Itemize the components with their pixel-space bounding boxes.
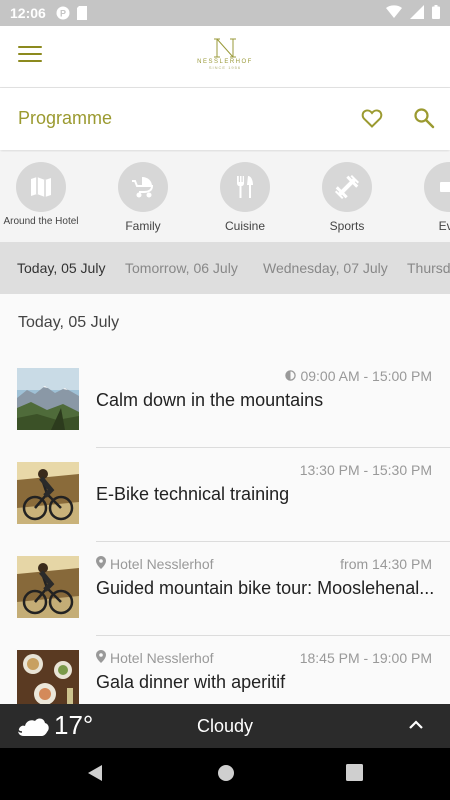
item-location: Hotel Nesslerhof [96, 556, 214, 572]
recents-icon[interactable] [346, 764, 363, 786]
category-label: Family [125, 219, 161, 233]
dumbbell-icon [334, 174, 360, 200]
category-bar: Around the Hotel Family Cuisine Sports E… [0, 152, 450, 242]
item-time-text: 09:00 AM - 15:00 PM [300, 368, 432, 384]
app-bar: NESSLERHOF SINCE 1956 [0, 26, 450, 88]
item-location: Hotel Nesslerhof [96, 650, 214, 666]
thumbnail-bike [17, 556, 79, 618]
item-name: E-Bike technical training [96, 484, 290, 504]
category-cuisine[interactable]: Cuisine [200, 162, 290, 233]
category-events[interactable]: Eve [404, 162, 450, 233]
location-pin-icon [96, 650, 106, 666]
tab-wednesday[interactable]: Wednesday, 07 July [263, 260, 388, 276]
item-name: Gala dinner with aperitif [96, 672, 286, 692]
event-icon [440, 182, 450, 192]
category-circle [322, 162, 372, 212]
tab-thursday[interactable]: Thursd [407, 260, 450, 276]
category-label: Cuisine [224, 219, 266, 233]
title-bar: Programme [0, 88, 450, 150]
logo-sub: SINCE 1956 [208, 65, 242, 70]
category-sports[interactable]: Sports [302, 162, 392, 233]
programme-list: Today, 05 July 09:00 AM - 15:00 PM Calm … [0, 294, 450, 704]
thumbnail-bike [17, 462, 79, 524]
tab-today[interactable]: Today, 05 July [17, 260, 105, 276]
half-day-icon [285, 368, 297, 384]
item-location-text: Hotel Nesslerhof [110, 650, 214, 666]
day-heading: Today, 05 July [18, 314, 120, 331]
weather-bar[interactable]: 17° Cloudy [0, 704, 450, 748]
menu-button[interactable] [18, 46, 42, 66]
category-circle [16, 162, 66, 212]
logo-mark-icon [214, 38, 236, 58]
map-icon [31, 177, 51, 197]
favorites-button[interactable] [360, 106, 384, 130]
chevron-up-icon[interactable] [408, 718, 424, 736]
hotel-logo: NESSLERHOF SINCE 1956 [190, 38, 260, 78]
category-around-the-hotel[interactable]: Around the Hotel [0, 162, 86, 227]
signal-icon [410, 4, 424, 22]
search-button[interactable] [412, 106, 436, 130]
hamburger-icon [18, 46, 42, 48]
category-circle [220, 162, 270, 212]
system-nav-bar [0, 748, 450, 800]
date-tabs: Today, 05 July Tomorrow, 06 July Wednesd… [0, 242, 450, 294]
search-icon [414, 108, 435, 129]
thumbnail-mountains [17, 368, 79, 430]
cutlery-icon [237, 176, 253, 198]
item-name: Calm down in the mountains [96, 390, 324, 410]
heart-icon [361, 109, 383, 128]
sd-card-icon [76, 6, 90, 20]
category-circle [118, 162, 168, 212]
app-root: 12:06 P NESSLERHOF SINCE 1956 Programme … [0, 0, 450, 800]
svg-text:P: P [60, 9, 66, 19]
list-item[interactable]: Hotel Nesslerhof 18:45 PM - 19:00 PM Gal… [0, 636, 450, 704]
page-title: Programme [18, 108, 113, 128]
list-item[interactable]: Hotel Nesslerhof from 14:30 PM Guided mo… [0, 542, 450, 636]
status-right [386, 4, 440, 22]
thumbnail-dinner [17, 650, 79, 704]
category-label: Eve [438, 219, 450, 233]
item-time: 09:00 AM - 15:00 PM [285, 368, 432, 384]
tab-tomorrow[interactable]: Tomorrow, 06 July [125, 260, 238, 276]
status-time: 12:06 [10, 5, 46, 21]
item-location-text: Hotel Nesslerhof [110, 556, 214, 572]
back-icon[interactable] [86, 764, 104, 787]
item-time: from 14:30 PM [340, 556, 432, 572]
status-bar: 12:06 P [0, 0, 450, 26]
item-time: 13:30 PM - 15:30 PM [299, 462, 432, 478]
location-pin-icon [96, 556, 106, 572]
weather-condition: Cloudy [196, 716, 254, 736]
item-name: Guided mountain bike tour: Mooslehenal..… [96, 578, 435, 598]
home-icon[interactable] [217, 764, 235, 787]
list-item[interactable]: 09:00 AM - 15:00 PM Calm down in the mou… [0, 354, 450, 448]
category-label: Around the Hotel [3, 216, 79, 227]
list-item[interactable]: 13:30 PM - 15:30 PM E-Bike technical tra… [0, 448, 450, 542]
notification-icon: P [56, 6, 70, 20]
wifi-icon [386, 4, 402, 22]
stroller-icon [132, 177, 154, 198]
category-label: Sports [329, 219, 365, 233]
item-time: 18:45 PM - 19:00 PM [299, 650, 432, 666]
category-circle [424, 162, 450, 212]
category-family[interactable]: Family [98, 162, 188, 233]
battery-icon [432, 4, 440, 22]
